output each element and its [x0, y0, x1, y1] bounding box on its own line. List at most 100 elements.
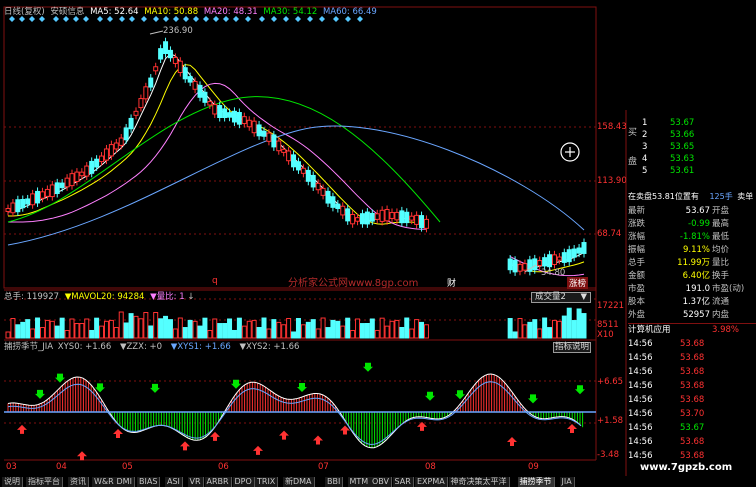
indicator-tab[interactable]: 资讯 — [68, 477, 89, 487]
tick-row: 14:56 53.67 — [628, 422, 704, 434]
candle-body — [374, 213, 380, 220]
volume-bar — [394, 319, 400, 339]
volume-bar — [310, 319, 316, 339]
volume-bar — [133, 315, 139, 339]
indicator-name[interactable]: 捕捞季节_JIA — [4, 342, 53, 352]
indicator-tab[interactable]: ARBR — [204, 477, 232, 487]
indicator-tab[interactable]: 说明 — [2, 477, 23, 487]
indicator-tab[interactable]: 神奇决策太平洋 — [448, 477, 510, 487]
indicator-tab[interactable]: ASI — [165, 477, 183, 487]
quote-row: 涨跌 -0.99 最高 — [628, 218, 729, 230]
indicator-tab[interactable]: W&R — [92, 477, 117, 487]
indicator-tab[interactable]: TRIX — [255, 477, 279, 487]
volume-bar — [217, 323, 223, 339]
volume-bar — [15, 324, 21, 339]
candle-body — [556, 256, 562, 261]
buy-signal-arrow-icon — [95, 383, 105, 393]
buy-signal-arrow-icon — [363, 362, 373, 372]
candle-body — [128, 117, 134, 130]
indicator-tab[interactable]: DMI — [114, 477, 135, 487]
candle-body — [236, 112, 242, 125]
candle-body — [389, 212, 395, 219]
candle-body — [399, 210, 405, 224]
candle-body — [246, 119, 252, 128]
indicator-tab[interactable]: 指标平台 — [26, 477, 63, 487]
tick-time: 14:56 — [628, 409, 653, 419]
order-book-row[interactable]: 2 53.66 — [642, 129, 694, 141]
volume-bar — [512, 331, 518, 339]
ma30-value: MA30: 54.12 — [263, 7, 318, 17]
volume-bar — [187, 319, 193, 339]
x-axis-month: 05 — [122, 462, 133, 472]
order-book-row[interactable]: 1 53.67 — [642, 117, 694, 129]
indicator-tab[interactable]: 新DMA — [283, 477, 315, 487]
indicator-tab[interactable]: VR — [187, 477, 204, 487]
order-summary-tail: 卖单 — [737, 192, 754, 201]
volume-bar — [74, 323, 80, 339]
volume-axis-top: 17221 — [597, 301, 625, 311]
candle-body — [94, 158, 100, 168]
candle-body — [167, 49, 173, 59]
candle-body — [99, 155, 105, 163]
period-label[interactable]: 日线(复权) — [4, 7, 45, 17]
candle-body — [295, 161, 301, 171]
quote-label: 市盈 — [628, 284, 646, 294]
indicator-tab[interactable]: JIA — [559, 477, 575, 487]
volume-bar — [261, 317, 267, 339]
quote-value: 52957 — [682, 310, 710, 320]
candle-body — [566, 249, 572, 263]
volume-bar — [345, 317, 351, 339]
order-book-row[interactable]: 5 53.61 — [642, 165, 694, 177]
limit-up-badge[interactable]: 涨榜 — [567, 277, 589, 289]
volume-axis-unit: X10 — [597, 330, 614, 340]
volume-bar — [409, 328, 415, 339]
candle-body — [561, 252, 567, 263]
candle-body — [379, 209, 385, 222]
indicator-tab[interactable]: BBI — [325, 477, 344, 487]
candle-body — [84, 165, 90, 177]
candle-body — [286, 150, 292, 162]
volume-bar — [325, 327, 331, 339]
indicator-tab[interactable]: 捕捞季节 — [517, 477, 555, 487]
sector-row[interactable]: 计算机应用 3.98% — [628, 323, 756, 335]
volume-bar — [202, 317, 208, 339]
volume-bar — [556, 320, 562, 339]
zzx-value: ZZX: +0 — [126, 342, 163, 352]
volume-bar — [399, 326, 405, 339]
volume-bar — [241, 325, 247, 339]
site-watermark: www.7gpzb.com — [640, 462, 733, 473]
volume-bar — [527, 321, 533, 339]
quote-label-right: 流通 — [712, 297, 730, 307]
indicator-tab[interactable]: OBV — [370, 477, 393, 487]
indicator-tab[interactable]: EXPMA — [415, 477, 448, 487]
volume-bar — [79, 323, 85, 339]
candle-body — [512, 259, 518, 273]
volume-bar — [340, 325, 346, 339]
volume-bar — [271, 319, 277, 339]
indicator-axis-label: +1.58 — [597, 416, 624, 426]
candle-body — [384, 209, 390, 222]
x-axis-month: 08 — [425, 462, 436, 472]
candle-body — [30, 193, 36, 206]
indicator-tab[interactable]: DPO — [232, 477, 255, 487]
indicator-tab[interactable]: BIAS — [137, 477, 161, 487]
quote-label-right: 市盈(动) — [712, 284, 745, 294]
order-book-row[interactable]: 3 53.65 — [642, 141, 694, 153]
tick-price: 53.68 — [680, 437, 705, 447]
candle-body — [143, 86, 149, 100]
order-book-row[interactable]: 4 53.63 — [642, 153, 694, 165]
candle-body — [35, 190, 41, 204]
indicator-tab[interactable]: MTM — [347, 477, 372, 487]
buy-signal-arrow-icon — [455, 390, 465, 400]
volume-bar — [320, 317, 326, 339]
indicator-help-button[interactable]: 指标说明 — [553, 342, 591, 353]
volume-bar — [315, 328, 321, 339]
volume-type-dropdown[interactable]: 成交量2 ▼ — [531, 292, 591, 303]
finance-marker[interactable]: 财 — [447, 276, 456, 289]
volume-bar — [281, 324, 287, 339]
volume-bar — [94, 317, 100, 339]
volume-bar — [522, 324, 528, 339]
xys1-value: XYS1: +1.66 — [177, 342, 231, 352]
x-axis-month: 06 — [218, 462, 229, 472]
indicator-tab[interactable]: SAR — [392, 477, 414, 487]
